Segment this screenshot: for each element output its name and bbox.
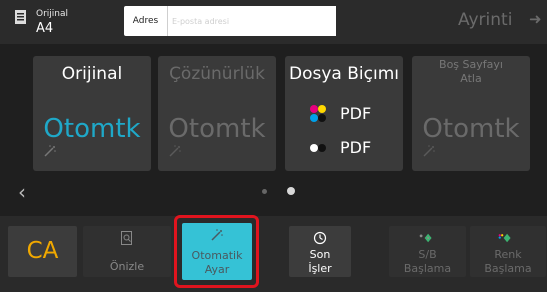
tile-resolution[interactable]: Çözünürlük Otomtk: [158, 56, 276, 171]
address-bar: Adres: [124, 6, 336, 36]
tile-title: Orijinal: [61, 64, 123, 84]
magic-wand-icon: [423, 145, 435, 157]
auto-set-button[interactable]: Otomatik Ayar: [182, 223, 252, 280]
format-color: PDF: [299, 102, 399, 126]
details-label: Ayrinti: [458, 10, 513, 30]
page-indicator-dot: [262, 189, 267, 194]
auto-set-line1: Otomatik: [191, 249, 243, 262]
color-start-line1: Renk: [494, 248, 522, 261]
tile-value: Otomtk: [43, 114, 141, 144]
details-button[interactable]: Ayrinti ➜: [442, 8, 547, 36]
bw-start-icon: [419, 233, 432, 243]
tile-value: Otomtk: [168, 114, 266, 144]
clear-all-label: CA: [26, 238, 59, 264]
last-jobs-line2: İşler: [308, 262, 332, 275]
original-size: A4: [36, 21, 54, 36]
bw-start-line1: S/B: [418, 248, 437, 261]
tile-title: Boş Sayfayı Atla: [412, 58, 530, 86]
format-mono: PDF: [299, 136, 399, 160]
page-indicator-dot-active: [287, 187, 295, 195]
preview-button[interactable]: Önizle: [83, 226, 171, 277]
preview-icon: [121, 231, 132, 245]
top-bar: Orijinal A4 Adres Ayrinti ➜: [0, 0, 547, 44]
tile-original[interactable]: Orijinal Otomtk: [33, 56, 151, 171]
auto-set-line2: Ayar: [204, 263, 230, 276]
tile-file-format[interactable]: Dosya Biçımı PDF PDF: [285, 56, 403, 171]
mono-dots-icon: [310, 144, 326, 152]
history-icon: [313, 231, 327, 245]
clear-all-button[interactable]: CA: [8, 226, 77, 277]
original-document-icon: [15, 10, 26, 24]
address-button[interactable]: Adres: [124, 6, 168, 36]
original-label: Orijinal: [36, 9, 69, 19]
email-address-field[interactable]: [168, 6, 336, 36]
bw-start-button[interactable]: S/B Başlama: [389, 226, 466, 277]
last-jobs-line1: Son: [309, 248, 331, 261]
magic-wand-icon: [44, 145, 56, 157]
tile-skip-blank-page[interactable]: Boş Sayfayı Atla Otomtk: [412, 56, 530, 171]
color-start-label: Renk Başlama: [470, 248, 546, 276]
preview-label: Önizle: [109, 260, 145, 273]
color-dots-icon: [310, 105, 326, 122]
color-start-button[interactable]: Renk Başlama: [470, 226, 546, 277]
bw-start-label: S/B Başlama: [389, 248, 466, 276]
tile-title: Dosya Biçımı: [289, 64, 399, 84]
tile-title: Çözünürlük: [169, 64, 265, 84]
tile-title-line1: Boş Sayfayı: [439, 58, 503, 71]
bw-start-line2: Başlama: [403, 262, 452, 275]
color-start-icon: [498, 233, 511, 243]
auto-set-label: Otomatik Ayar: [182, 249, 252, 277]
format-label: PDF: [340, 104, 372, 123]
magic-wand-icon: [169, 145, 181, 157]
arrow-right-icon: ➜: [529, 10, 542, 28]
last-jobs-label: Son İşler: [289, 248, 351, 276]
previous-page-arrow[interactable]: ‹: [18, 180, 26, 204]
format-label: PDF: [340, 138, 372, 157]
color-start-line2: Başlama: [484, 262, 532, 275]
magic-wand-icon: [211, 229, 223, 241]
tile-title-line2: Atla: [460, 72, 482, 85]
last-jobs-button[interactable]: Son İşler: [289, 226, 351, 277]
tile-value: Otomtk: [422, 114, 520, 144]
